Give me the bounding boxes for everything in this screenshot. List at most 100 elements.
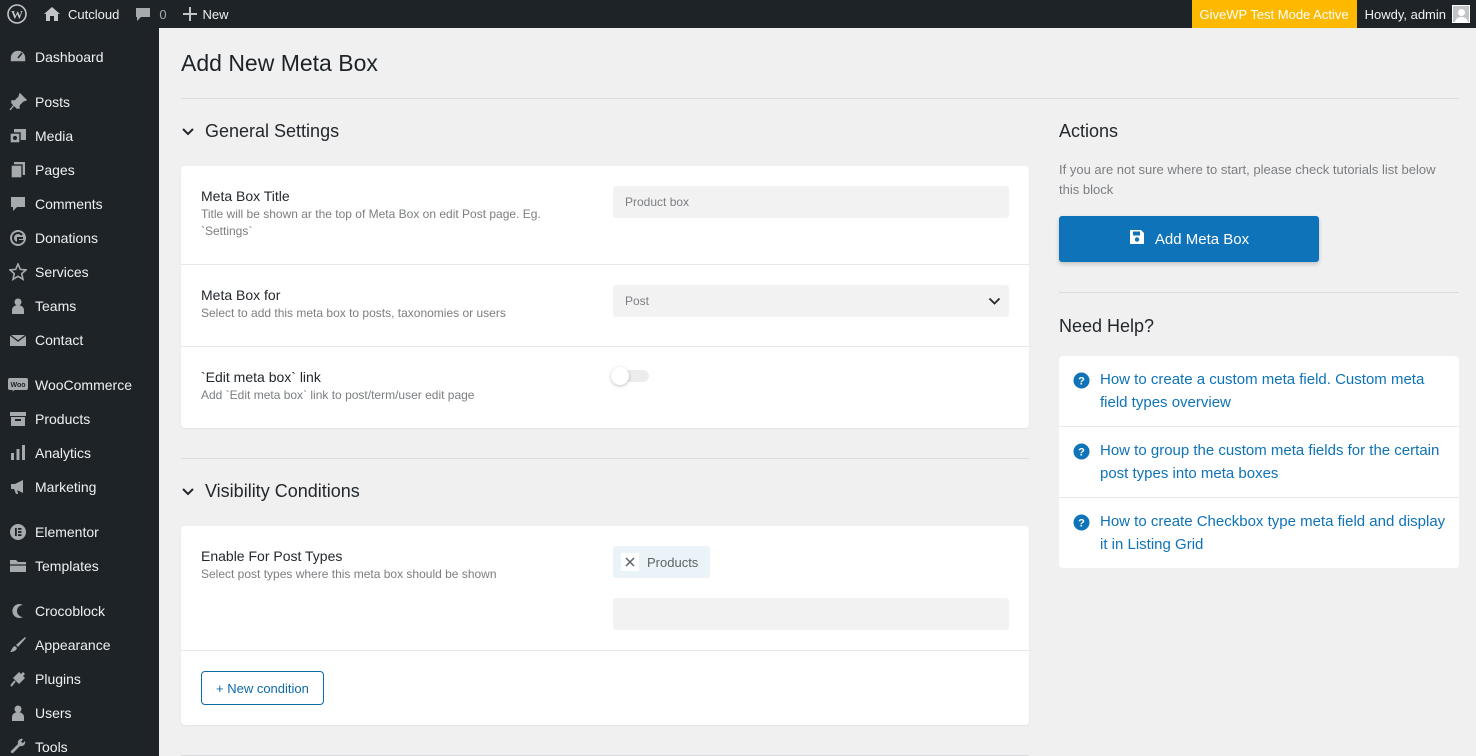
comments-link[interactable]: 0 (127, 0, 174, 28)
wrench-icon (0, 738, 35, 756)
section-heading: General Settings (205, 121, 340, 141)
sidebar-item-plugins[interactable]: Plugins (0, 662, 159, 696)
sidebar-item-products[interactable]: Products (0, 402, 159, 436)
wordpress-logo-icon[interactable]: W (0, 0, 37, 28)
sidebar-item-label: Marketing (35, 479, 97, 495)
close-icon[interactable] (621, 553, 639, 571)
account-menu[interactable]: Howdy, admin (1357, 5, 1476, 23)
post-types-label: Enable For Post Types (201, 548, 343, 564)
sidebar-item-label: Services (35, 264, 89, 280)
meta-box-for-select[interactable]: Post (613, 285, 1009, 317)
question-circle-icon: ? (1073, 514, 1090, 536)
add-meta-box-button[interactable]: Add Meta Box (1059, 216, 1319, 262)
help-link-text: How to create Checkbox type meta field a… (1100, 513, 1446, 553)
sidebar-item-label: Users (35, 705, 72, 721)
chevron-down-icon (181, 121, 195, 142)
help-link[interactable]: ? How to create Checkbox type meta field… (1059, 498, 1459, 568)
sidebar-item-label: Media (35, 128, 74, 144)
sidebar-item-label: Templates (35, 558, 99, 574)
sidebar-item-label: Appearance (35, 637, 111, 653)
comment-icon (0, 195, 35, 213)
sidebar-item-label: Tools (35, 739, 68, 755)
givewp-test-mode-badge[interactable]: GiveWP Test Mode Active (1191, 0, 1357, 28)
archive-icon (0, 410, 35, 428)
sidebar-item-label: Dashboard (35, 49, 104, 65)
plus-icon (182, 7, 197, 21)
sidebar-item-tools[interactable]: Tools (0, 730, 159, 756)
site-name-link[interactable]: Cutcloud (37, 0, 127, 28)
new-content-link[interactable]: New (175, 0, 237, 28)
folder-icon (0, 557, 35, 575)
person-icon (0, 297, 35, 315)
title-divider (181, 98, 1459, 99)
svg-text:W: W (11, 8, 23, 22)
crocoblock-icon (0, 602, 35, 620)
sidebar-item-label: Contact (35, 332, 84, 348)
post-type-tag: Products (613, 546, 711, 578)
help-link-text: How to group the custom meta fields for … (1100, 442, 1440, 482)
need-help-heading: Need Help? (1059, 316, 1155, 336)
givewp-icon (0, 229, 35, 247)
sidebar-item-comments[interactable]: Comments (0, 187, 159, 221)
sidebar-item-services[interactable]: Services (0, 255, 159, 289)
sidebar-item-donations[interactable]: Donations (0, 221, 159, 255)
page-title: Add New Meta Box (181, 50, 378, 76)
sidebar-item-label: Posts (35, 94, 71, 110)
sidebar-item-templates[interactable]: Templates (0, 549, 159, 583)
admin-sidebar: Dashboard Posts Media Pages Comments Don… (0, 28, 159, 756)
sidebar-item-media[interactable]: Media (0, 119, 159, 153)
edit-link-label: `Edit meta box` link (201, 369, 321, 385)
meta-box-for-desc: Select to add this meta box to posts, ta… (201, 306, 506, 320)
edit-link-row: `Edit meta box` link Add `Edit meta box`… (181, 347, 1029, 428)
users-icon (0, 704, 35, 722)
visibility-conditions-toggle[interactable]: Visibility Conditions (181, 481, 360, 502)
sidebar-item-contact[interactable]: Contact (0, 323, 159, 357)
sidebar-item-users[interactable]: Users (0, 696, 159, 730)
sidebar-item-crocoblock[interactable]: Crocoblock (0, 594, 159, 628)
post-types-desc: Select post types where this meta box sh… (201, 567, 497, 581)
sidebar-item-label: Pages (35, 162, 75, 178)
sidebar-item-marketing[interactable]: Marketing (0, 470, 159, 504)
meta-box-for-row: Meta Box for Select to add this meta box… (181, 265, 1029, 347)
help-links-card: ? How to create a custom meta field. Cus… (1059, 356, 1459, 568)
sidebar-item-pages[interactable]: Pages (0, 153, 159, 187)
woo-icon: Woo (0, 377, 35, 393)
main-content: Add New Meta Box General Settings Meta B… (159, 28, 1476, 756)
chevron-down-icon (181, 481, 195, 502)
sidebar-item-label: Comments (35, 196, 103, 212)
toggle-knob (611, 367, 629, 385)
general-settings-toggle[interactable]: General Settings (181, 121, 339, 142)
mail-icon (0, 331, 35, 349)
avatar (1452, 5, 1470, 23)
post-types-search-input[interactable] (613, 598, 1009, 630)
sidebar-item-elementor[interactable]: Elementor (0, 515, 159, 549)
sidebar-item-analytics[interactable]: Analytics (0, 436, 159, 470)
meta-box-for-label: Meta Box for (201, 287, 281, 303)
sidebar-item-woocommerce[interactable]: Woo WooCommerce (0, 368, 159, 402)
help-link[interactable]: ? How to group the custom meta fields fo… (1059, 427, 1459, 498)
visibility-conditions-card: Enable For Post Types Select post types … (181, 526, 1029, 725)
meta-box-title-row: Meta Box Title Title will be shown ar th… (181, 166, 1029, 265)
tag-label: Products (647, 554, 699, 570)
sidebar-item-label: Analytics (35, 445, 92, 461)
media-icon (0, 127, 35, 145)
sidebar-item-teams[interactable]: Teams (0, 289, 159, 323)
new-label: New (202, 6, 229, 22)
svg-text:Woo: Woo (10, 382, 25, 389)
sidebar-item-label: WooCommerce (35, 377, 132, 393)
new-condition-button[interactable]: + New condition (201, 671, 324, 705)
actions-heading: Actions (1059, 121, 1119, 141)
meta-box-title-input[interactable]: Product box (613, 186, 1009, 218)
svg-text:?: ? (1078, 447, 1085, 459)
chevron-down-icon (988, 295, 1001, 309)
sidebar-item-posts[interactable]: Posts (0, 85, 159, 119)
help-link[interactable]: ? How to create a custom meta field. Cus… (1059, 356, 1459, 427)
megaphone-icon (0, 478, 35, 496)
dashboard-icon (0, 48, 35, 66)
site-name: Cutcloud (68, 6, 120, 22)
howdy-label: Howdy, admin (1364, 6, 1446, 22)
plug-icon (0, 670, 35, 688)
sidebar-item-dashboard[interactable]: Dashboard (0, 40, 159, 74)
sidebar-item-appearance[interactable]: Appearance (0, 628, 159, 662)
edit-link-toggle[interactable] (611, 367, 649, 385)
